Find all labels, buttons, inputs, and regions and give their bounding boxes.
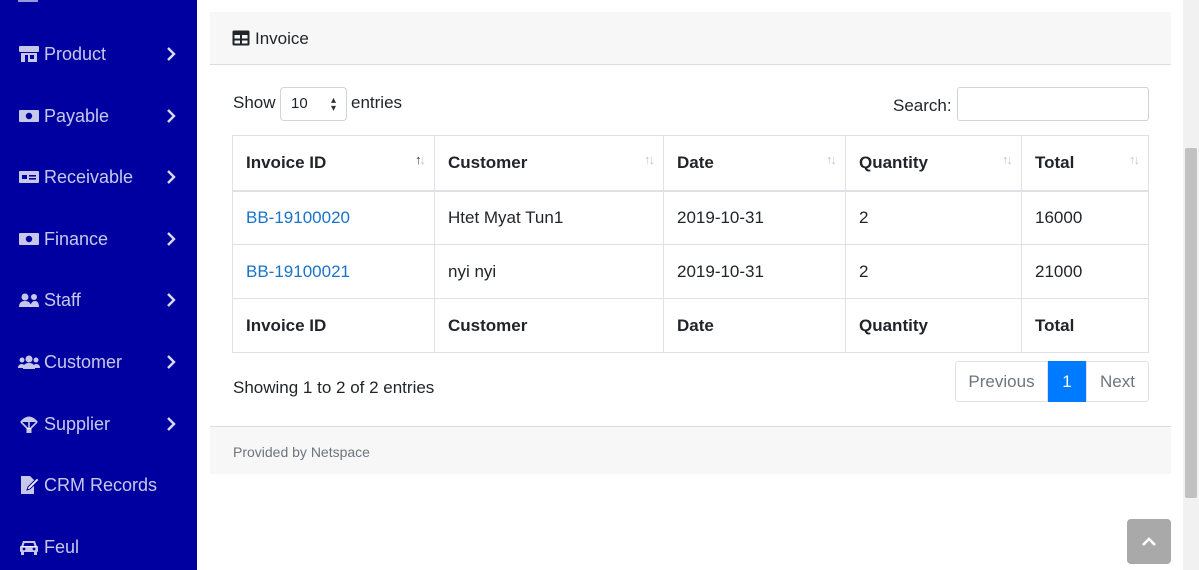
sidebar-item-customer[interactable]: Customer: [0, 342, 197, 382]
chevron-right-icon: [164, 170, 178, 184]
pagination: Previous 1 Next: [955, 361, 1149, 402]
select-caret-icon: ▴ ▾: [330, 95, 336, 114]
vertical-scrollbar[interactable]: [1183, 0, 1199, 570]
footer-quantity: Quantity: [845, 298, 1022, 353]
sort-icon: ↑↓: [826, 152, 837, 167]
edit-file-icon: [18, 475, 40, 495]
footer-text: Provided by Netspace: [233, 444, 370, 460]
scrollbar-thumb[interactable]: [1185, 148, 1197, 498]
cell-quantity: 2: [845, 190, 1022, 245]
sidebar-item-label: Staff: [44, 289, 81, 310]
footer-customer: Customer: [434, 298, 664, 353]
table-header-row: Invoice ID ↑↓ Customer ↑↓ Date ↑↓ Quantity ↑…: [232, 135, 1149, 192]
chevron-right-icon: [164, 109, 178, 123]
card-footer: Provided by Netspace: [210, 426, 1171, 474]
money-bill-icon: [18, 229, 40, 249]
money-check-icon: [18, 167, 40, 187]
users-icon: [18, 290, 40, 310]
sort-icon: ↑↓: [1129, 152, 1140, 167]
sort-icon: ↑↓: [1002, 152, 1013, 167]
invoice-card: Invoice Show 10 ▴ ▾ entries Search: Invoi…: [210, 12, 1171, 474]
store-icon: [18, 44, 40, 64]
scroll-to-top-button[interactable]: [1127, 519, 1171, 564]
sidebar-item-label: CRM Records: [44, 474, 158, 495]
cell-date: 2019-10-31: [663, 244, 846, 299]
table-info: Showing 1 to 2 of 2 entries: [233, 378, 435, 397]
users-group-icon: [18, 352, 40, 372]
cell-invoice-id: BB-19100021: [232, 244, 435, 299]
sidebar-item-feul[interactable]: Feul: [0, 527, 197, 567]
sidebar-item-label: Product: [44, 43, 107, 64]
money-bill-icon: [18, 106, 40, 126]
cell-date: 2019-10-31: [663, 190, 846, 245]
page-1-button[interactable]: 1: [1048, 361, 1086, 402]
parachute-icon: [18, 414, 40, 434]
chevron-up-icon: [1142, 536, 1156, 546]
sidebar-item-label: Customer: [44, 351, 123, 372]
sidebar-item-crm-records[interactable]: CRM Records: [0, 465, 197, 505]
cell-customer: nyi nyi: [434, 244, 664, 299]
entries-label: entries: [351, 93, 403, 112]
column-header-total[interactable]: Total ↑↓: [1021, 135, 1149, 192]
chevron-right-icon: [164, 355, 178, 369]
sidebar-item-receivable[interactable]: Receivable: [0, 157, 197, 197]
cell-total: 16000: [1021, 190, 1149, 245]
page-length-value: 10: [291, 95, 308, 112]
chevron-right-icon: [164, 293, 178, 307]
card-header: Invoice: [210, 12, 1171, 65]
cell-quantity: 2: [845, 244, 1022, 299]
chevron-right-icon: [164, 47, 178, 61]
column-header-date[interactable]: Date ↑↓: [663, 135, 846, 192]
car-icon: [18, 537, 40, 557]
sidebar-item-label: Feul: [44, 536, 80, 557]
table-footer-row: Invoice ID Customer Date Quantity Total: [232, 298, 1149, 353]
sidebar-top-cutoff-icon: [18, 0, 38, 2]
sidebar-item-staff[interactable]: Staff: [0, 280, 197, 320]
sidebar-item-label: Receivable: [44, 166, 134, 187]
table-row: BB-19100021 nyi nyi 2019-10-31 2 21000: [232, 244, 1149, 299]
column-header-customer[interactable]: Customer ↑↓: [434, 135, 664, 192]
sidebar-item-label: Finance: [44, 228, 109, 249]
show-label: Show: [233, 93, 276, 112]
next-button[interactable]: Next: [1086, 361, 1149, 402]
sidebar-item-label: Supplier: [44, 413, 111, 434]
cell-invoice-id: BB-19100020: [232, 190, 435, 245]
invoice-link[interactable]: BB-19100020: [246, 208, 350, 227]
table-icon: [232, 30, 250, 46]
sort-icon: ↑↓: [644, 152, 655, 167]
sidebar: Product Payable Receivable Finance Staff: [0, 0, 197, 570]
search-input[interactable]: [957, 87, 1149, 121]
sidebar-item-finance[interactable]: Finance: [0, 219, 197, 259]
sidebar-item-product[interactable]: Product: [0, 34, 197, 74]
cell-total: 21000: [1021, 244, 1149, 299]
sort-asc-icon: ↑↓: [415, 152, 426, 167]
invoice-table: Invoice ID ↑↓ Customer ↑↓ Date ↑↓ Quantity ↑…: [232, 135, 1149, 353]
search-label: Search:: [893, 96, 952, 115]
footer-invoice-id: Invoice ID: [232, 298, 435, 353]
column-header-quantity[interactable]: Quantity ↑↓: [845, 135, 1022, 192]
sidebar-item-supplier[interactable]: Supplier: [0, 404, 197, 444]
sidebar-item-payable[interactable]: Payable: [0, 96, 197, 136]
page-title: Invoice: [255, 29, 309, 48]
footer-total: Total: [1021, 298, 1149, 353]
chevron-right-icon: [164, 232, 178, 246]
invoice-link[interactable]: BB-19100021: [246, 262, 350, 281]
page-length-select[interactable]: 10 ▴ ▾: [280, 87, 347, 121]
footer-date: Date: [663, 298, 846, 353]
sidebar-item-label: Payable: [44, 105, 110, 126]
cell-customer: Htet Myat Tun1: [434, 190, 664, 245]
column-header-invoice-id[interactable]: Invoice ID ↑↓: [232, 135, 435, 192]
previous-button[interactable]: Previous: [955, 361, 1048, 402]
table-row: BB-19100020 Htet Myat Tun1 2019-10-31 2 …: [232, 190, 1149, 245]
chevron-right-icon: [164, 417, 178, 431]
